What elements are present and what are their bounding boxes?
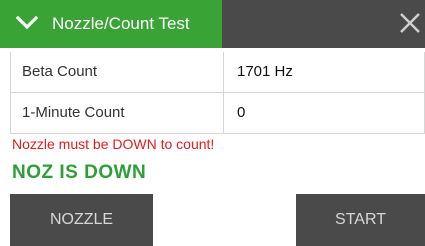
- column-divider: [223, 52, 224, 92]
- warning-message: Nozzle must be DOWN to count!: [12, 136, 215, 152]
- beta-count-label: Beta Count: [22, 63, 98, 80]
- table-row: Beta Count 1701 Hz: [10, 52, 425, 93]
- title-tab[interactable]: Nozzle/Count Test: [0, 0, 222, 48]
- one-minute-count-label: 1-Minute Count: [22, 104, 125, 121]
- start-button[interactable]: START: [296, 194, 425, 246]
- table-row: 1-Minute Count 0: [10, 93, 425, 134]
- dialog-title: Nozzle/Count Test: [52, 14, 190, 33]
- beta-count-value: 1701 Hz: [237, 63, 293, 80]
- nozzle-status: NOZ IS DOWN: [12, 162, 147, 183]
- header-bar: Nozzle/Count Test: [0, 0, 425, 48]
- one-minute-count-value: 0: [237, 104, 246, 121]
- close-icon[interactable]: [399, 12, 421, 34]
- nozzle-button[interactable]: NOZZLE: [10, 194, 153, 246]
- chevron-down-icon[interactable]: [16, 15, 38, 31]
- column-divider: [223, 93, 224, 133]
- count-table: Beta Count 1701 Hz 1-Minute Count 0: [10, 52, 425, 134]
